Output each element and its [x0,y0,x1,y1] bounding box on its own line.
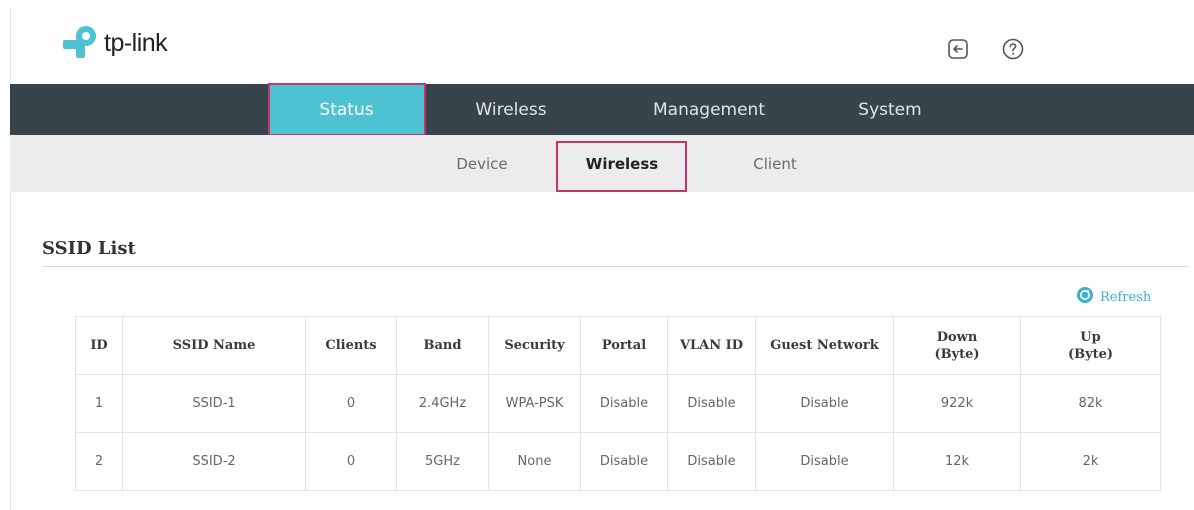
tp-link-logo[interactable]: tp-link [61,23,168,63]
col-header-id: ID [75,316,123,375]
cell-band: 5GHz [396,432,489,491]
cell-down: 922k [893,374,1021,433]
tab-wireless[interactable]: Wireless [455,84,567,135]
content-left-border [10,192,11,510]
cell-band: 2.4GHz [396,374,489,433]
col-header-band: Band [396,316,489,375]
cell-clients: 0 [305,374,397,433]
sub-nav: Device Wireless Client [10,135,1194,192]
col-header-clients: Clients [305,316,397,375]
tp-link-logo-mark-icon [61,23,101,63]
cell-id: 2 [75,432,123,491]
col-header-up: Up (Byte) [1020,316,1161,375]
col-header-guest-network: Guest Network [755,316,894,375]
subtab-wireless[interactable]: Wireless [557,135,687,192]
refresh-button[interactable]: Refresh [1076,286,1151,308]
logout-icon[interactable] [947,38,969,60]
main-nav: Status Wireless Management System [10,84,1194,135]
cell-guest-network: Disable [755,432,894,491]
cell-guest-network: Disable [755,374,894,433]
col-header-portal: Portal [580,316,668,375]
cell-clients: 0 [305,432,397,491]
cell-up: 82k [1020,374,1161,433]
col-header-ssid-name: SSID Name [122,316,306,375]
table-row: 1 SSID-1 0 2.4GHz WPA-PSK Disable Disabl… [75,374,1161,433]
col-header-down: Down (Byte) [893,316,1021,375]
section-title: SSID List [42,238,136,259]
cell-security: None [488,432,581,491]
refresh-label: Refresh [1100,289,1152,305]
subtab-device[interactable]: Device [432,135,532,192]
help-icon[interactable] [1002,38,1024,60]
tab-management[interactable]: Management [639,84,779,135]
section-divider [42,266,1188,267]
tab-status[interactable]: Status [269,84,424,135]
cell-portal: Disable [580,374,668,433]
cell-security: WPA-PSK [488,374,581,433]
tab-system[interactable]: System [840,84,940,135]
col-header-vlan-id: VLAN ID [667,316,756,375]
brand-name: tp-link [104,28,168,57]
cell-down: 12k [893,432,1021,491]
cell-vlan-id: Disable [667,432,756,491]
cell-ssid-name: SSID-1 [122,374,306,433]
table-header-row: ID SSID Name Clients Band Security Porta… [75,316,1161,375]
ssid-table: ID SSID Name Clients Band Security Porta… [75,316,1161,491]
cell-id: 1 [75,374,123,433]
col-header-security: Security [488,316,581,375]
cell-ssid-name: SSID-2 [122,432,306,491]
top-header: tp-link [10,8,1194,84]
refresh-icon [1076,286,1094,308]
table-row: 2 SSID-2 0 5GHz None Disable Disable Dis… [75,432,1161,491]
cell-portal: Disable [580,432,668,491]
cell-vlan-id: Disable [667,374,756,433]
cell-up: 2k [1020,432,1161,491]
subtab-client[interactable]: Client [725,135,825,192]
